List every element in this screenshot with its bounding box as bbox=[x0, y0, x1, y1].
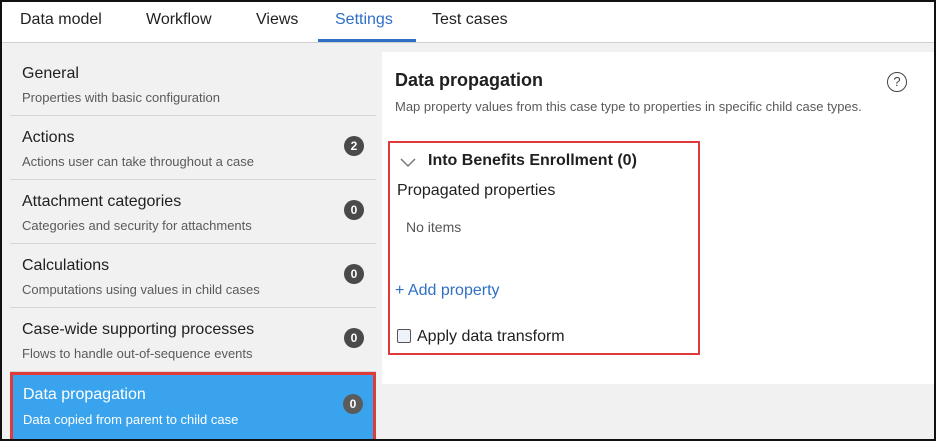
app-frame: Data model Workflow Views Settings Test … bbox=[0, 0, 936, 441]
count-badge: 2 bbox=[344, 136, 364, 156]
tab-data-model[interactable]: Data model bbox=[20, 11, 102, 29]
sidebar-item-desc: Flows to handle out-of-sequence events bbox=[22, 346, 253, 361]
help-icon[interactable]: ? bbox=[887, 72, 907, 92]
apply-data-transform-row[interactable]: Apply data transform bbox=[397, 328, 565, 346]
apply-data-transform-checkbox[interactable] bbox=[397, 329, 411, 343]
sidebar-item-desc: Properties with basic configuration bbox=[22, 90, 220, 105]
sidebar-item-desc: Computations using values in child cases bbox=[22, 282, 260, 297]
sidebar-item-title: Actions bbox=[22, 129, 75, 146]
sidebar-item-title: Case-wide supporting processes bbox=[22, 321, 255, 338]
child-case-section: Into Benefits Enrollment (0) Propagated … bbox=[388, 141, 700, 355]
sidebar-item-desc: Data copied from parent to child case bbox=[23, 412, 239, 427]
tab-workflow[interactable]: Workflow bbox=[146, 11, 212, 29]
sidebar-item-title: Attachment categories bbox=[22, 193, 182, 210]
page-description: Map property values from this case type … bbox=[395, 99, 862, 114]
count-badge: 0 bbox=[343, 394, 363, 414]
tab-test-cases[interactable]: Test cases bbox=[432, 11, 508, 29]
sidebar-item-attachment-categories[interactable]: Attachment categories Categories and sec… bbox=[10, 180, 376, 244]
sidebar-item-general[interactable]: General Properties with basic configurat… bbox=[10, 52, 376, 116]
count-badge: 0 bbox=[344, 200, 364, 220]
sidebar-item-title: General bbox=[22, 65, 79, 82]
empty-state-text: No items bbox=[406, 219, 462, 235]
sidebar-item-desc: Categories and security for attachments bbox=[22, 218, 252, 233]
sidebar-item-calculations[interactable]: Calculations Computations using values i… bbox=[10, 244, 376, 308]
apply-data-transform-label: Apply data transform bbox=[417, 328, 565, 345]
tab-bar: Data model Workflow Views Settings Test … bbox=[2, 2, 934, 43]
chevron-down-icon[interactable] bbox=[400, 155, 416, 173]
data-propagation-panel: Data propagation ? Map property values f… bbox=[382, 52, 934, 384]
sidebar-item-case-wide-supporting-processes[interactable]: Case-wide supporting processes Flows to … bbox=[10, 308, 376, 372]
sidebar-item-title: Data propagation bbox=[23, 386, 146, 403]
page-title: Data propagation bbox=[395, 70, 544, 90]
add-property-link[interactable]: + Add property bbox=[395, 282, 500, 300]
propagated-properties-label: Propagated properties bbox=[397, 182, 556, 199]
tab-settings[interactable]: Settings bbox=[335, 11, 393, 29]
active-tab-indicator bbox=[318, 39, 416, 42]
section-title[interactable]: Into Benefits Enrollment (0) bbox=[428, 152, 637, 170]
tab-views[interactable]: Views bbox=[256, 11, 298, 29]
settings-sidebar: General Properties with basic configurat… bbox=[10, 52, 376, 439]
count-badge: 0 bbox=[344, 328, 364, 348]
count-badge: 0 bbox=[344, 264, 364, 284]
sidebar-item-data-propagation[interactable]: Data propagation Data copied from parent… bbox=[10, 372, 376, 439]
sidebar-item-actions[interactable]: Actions Actions user can take throughout… bbox=[10, 116, 376, 180]
sidebar-item-desc: Actions user can take throughout a case bbox=[22, 154, 254, 169]
sidebar-item-title: Calculations bbox=[22, 257, 110, 274]
